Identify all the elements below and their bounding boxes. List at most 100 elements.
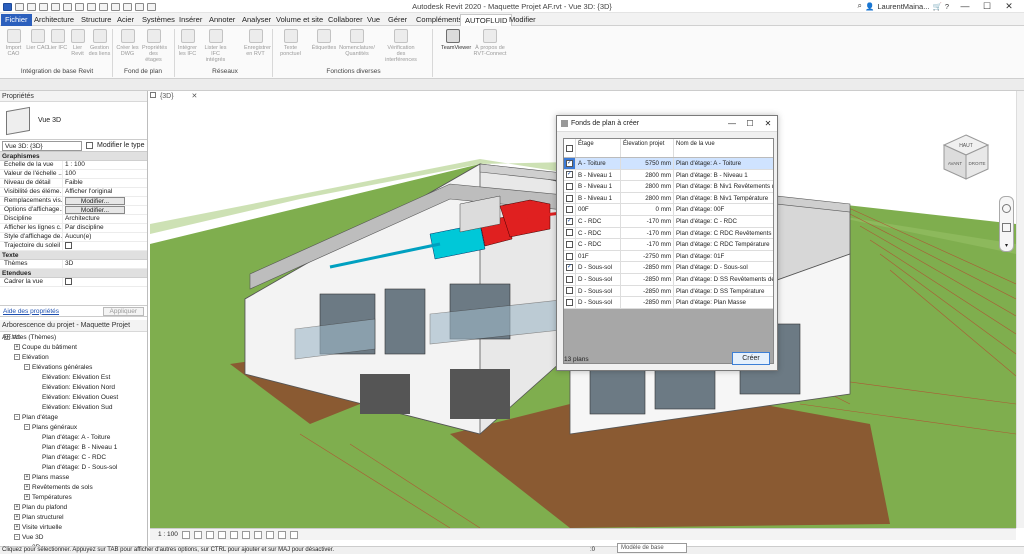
col-view-name-header[interactable]: Nom de la vue (674, 139, 773, 157)
property-value[interactable]: Modifier... (63, 197, 147, 205)
dialog-close-button[interactable]: ✕ (759, 119, 777, 128)
ribbon-button-15[interactable]: À propos de RVT-Connect (471, 29, 509, 57)
ribbon-button-10[interactable]: Texte ponctuel (279, 29, 302, 57)
edit-type-button[interactable]: Modifier le type (97, 142, 144, 149)
property-value[interactable]: Aucun(e) (63, 233, 147, 241)
ribbon-button-8[interactable]: Lister les IFC intégrés (204, 29, 227, 63)
property-edit-button[interactable]: Modifier... (65, 206, 125, 214)
expand-toggle-icon[interactable]: + (14, 514, 20, 521)
level-row[interactable]: ✓ C - RDC -170 mm Plan d'étage: C - RDC (564, 215, 773, 228)
tab-5[interactable]: Insérer (175, 14, 206, 26)
help-icon[interactable]: ? (945, 2, 949, 11)
expand-toggle-icon[interactable]: − (14, 354, 20, 361)
zoom-icon[interactable] (1002, 223, 1011, 232)
property-value[interactable]: 100 (63, 170, 147, 178)
property-value[interactable]: Modifier... (63, 206, 147, 214)
row-checkbox[interactable] (566, 240, 573, 248)
browser-item[interactable]: Elévation: Elévation Sud (2, 403, 145, 413)
tab-9[interactable]: Collaborer (324, 14, 367, 26)
sun-path-icon[interactable] (205, 530, 214, 539)
browser-item[interactable]: − Vues (Thèmes) (2, 333, 145, 343)
expand-toggle-icon[interactable] (34, 384, 40, 390)
browser-item[interactable]: + Plan du plafond (2, 503, 145, 513)
expand-toggle-icon[interactable]: − (14, 534, 20, 541)
level-row[interactable]: ✓ A - Toiture 5750 mm Plan d'étage: A - Toi… (564, 158, 773, 170)
browser-item[interactable]: Elévation: Elévation Est (2, 373, 145, 383)
row-checkbox[interactable]: ✓ (566, 264, 573, 272)
expand-toggle-icon[interactable] (34, 444, 40, 450)
property-section-header[interactable]: Graphismes (0, 152, 147, 161)
expand-toggle-icon[interactable]: + (14, 504, 20, 511)
col-elevation-header[interactable]: Élevation projet (621, 139, 674, 157)
browser-item[interactable]: − Plans généraux (2, 423, 145, 433)
view-cube[interactable]: HAUT DROITE AVANT (940, 133, 992, 183)
level-row[interactable]: D - Sous-sol -2850 mm Plan d'étage: D SS T… (564, 285, 773, 298)
ribbon-button-9[interactable]: Enregistrer en RVT (244, 29, 271, 57)
browser-item[interactable]: − Plan d'étage (2, 413, 145, 423)
minimize-button[interactable]: — (954, 0, 976, 12)
browser-item[interactable]: + Plans masse (2, 473, 145, 483)
viewport-scrollbar[interactable] (1016, 91, 1024, 528)
level-row[interactable]: D - Sous-sol -2850 mm Plan d'étage: D SS R… (564, 273, 773, 286)
tab-1[interactable]: Architecture (30, 14, 78, 26)
temp-hide-icon[interactable] (277, 530, 286, 539)
row-checkbox[interactable] (566, 229, 573, 237)
ribbon-button-3[interactable]: Lier Revit (66, 29, 89, 57)
property-value[interactable]: Afficher l'original (63, 188, 147, 196)
select-all-checkbox[interactable] (566, 144, 573, 152)
expand-toggle-icon[interactable]: + (24, 494, 30, 501)
design-option-select[interactable]: Modèle de base (617, 543, 687, 553)
ribbon-button-12[interactable]: Nomenclature/ Quantités (334, 29, 380, 57)
browser-item[interactable]: Elévation: Elévation Nord (2, 383, 145, 393)
expand-toggle-icon[interactable]: − (24, 364, 30, 371)
row-checkbox[interactable] (566, 298, 573, 306)
crop-view-icon[interactable] (241, 530, 250, 539)
expand-toggle-icon[interactable]: − (24, 424, 30, 431)
steering-wheel-icon[interactable] (1002, 204, 1011, 213)
level-row[interactable]: B - Niveau 1 2800 mm Plan d'étage: B Niv1 … (564, 192, 773, 205)
expand-toggle-icon[interactable] (34, 434, 40, 440)
property-edit-button[interactable]: Modifier... (65, 197, 125, 205)
expand-toggle-icon[interactable]: − (14, 414, 20, 421)
cart-icon[interactable]: 🛒 (932, 2, 941, 11)
property-section-header[interactable]: Texte (0, 251, 147, 260)
expand-toggle-icon[interactable]: + (14, 344, 20, 351)
apply-button[interactable]: Appliquer (102, 306, 144, 316)
show-crop-icon[interactable] (253, 530, 262, 539)
property-value[interactable] (63, 278, 147, 286)
ribbon-button-14[interactable]: TeamViewer (441, 29, 471, 51)
browser-item[interactable]: + Coupe du bâtiment (2, 343, 145, 353)
browser-item[interactable]: + Revêtements de sols (2, 483, 145, 493)
expand-toggle-icon[interactable] (34, 404, 40, 410)
browser-item[interactable]: − Elévations générales (2, 363, 145, 373)
render-icon[interactable] (229, 530, 238, 539)
tab-3[interactable]: Acier (113, 14, 138, 26)
close-button[interactable]: ✕ (998, 0, 1020, 12)
expand-toggle-icon[interactable] (34, 454, 40, 460)
tab-7[interactable]: Analyser (238, 14, 275, 26)
level-row[interactable]: ✓ D - Sous-sol -2850 mm Plan d'étage: D - S… (564, 262, 773, 274)
property-value[interactable]: Architecture (63, 215, 147, 223)
properties-help-link[interactable]: Aide des propriétés (3, 308, 59, 315)
level-row[interactable]: ✓ B - Niveau 1 2800 mm Plan d'étage: B - Ni… (564, 169, 773, 182)
property-value[interactable]: 1 : 100 (63, 161, 147, 169)
browser-item[interactable]: + Visite virtuelle (2, 523, 145, 533)
shadows-icon[interactable] (217, 530, 226, 539)
dialog-maximize-button[interactable]: ☐ (741, 119, 759, 128)
dialog-minimize-button[interactable]: — (723, 119, 741, 128)
ribbon-button-4[interactable]: Gestion des liens (88, 29, 111, 57)
property-section-header[interactable]: Etendues (0, 269, 147, 278)
ribbon-button-5[interactable]: Créer les DWG (116, 29, 139, 57)
browser-item[interactable]: Plan d'étage: D - Sous-sol (2, 463, 145, 473)
expand-toggle-icon[interactable]: + (24, 484, 30, 491)
instance-selector[interactable]: Vue 3D: {3D} (2, 140, 82, 151)
maximize-button[interactable]: ☐ (976, 0, 998, 12)
search-icon[interactable]: ⌕ (858, 1, 862, 11)
tab-14[interactable]: Modifier (505, 14, 540, 26)
level-row[interactable]: D - Sous-sol -2850 mm Plan d'étage: Plan M… (564, 297, 773, 309)
view-tab[interactable]: {3D} ✕ (150, 92, 210, 103)
nav-options-icon[interactable]: ▾ (1000, 242, 1013, 249)
tab-10[interactable]: Vue (363, 14, 384, 26)
browser-item[interactable]: − Elévation (2, 353, 145, 363)
tab-12[interactable]: Compléments (412, 14, 466, 26)
